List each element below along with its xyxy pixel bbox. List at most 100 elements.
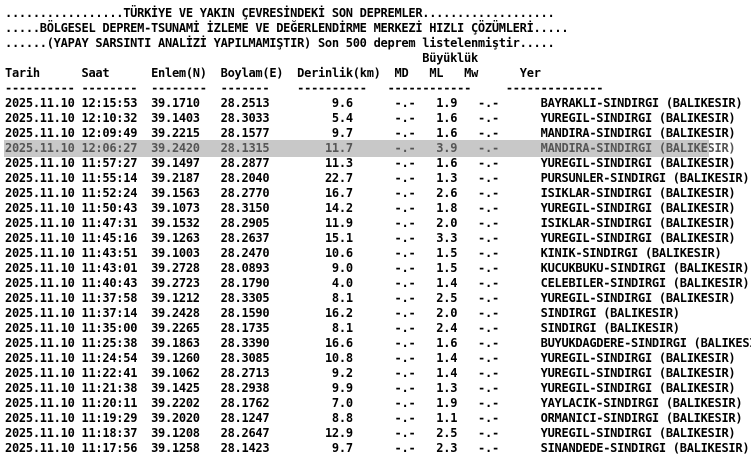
cell-latitude: 39.1212 — [151, 291, 200, 305]
cell-time: 11:20:11 — [81, 396, 138, 410]
cell-ml: 1.9 — [436, 96, 458, 110]
earthquake-row[interactable]: 2025.11.10 11:19:29 39.2020 28.1247 8.8 … — [5, 411, 751, 426]
cell-mw: -.- — [478, 276, 499, 290]
cell-latitude: 39.2723 — [151, 276, 200, 290]
earthquake-row[interactable]: 2025.11.10 12:15:53 39.1710 28.2513 9.6 … — [5, 96, 751, 111]
cell-date: 2025.11.10 — [5, 261, 75, 275]
cell-date: 2025.11.10 — [5, 276, 75, 290]
cell-latitude: 39.2020 — [151, 411, 200, 425]
cell-depth: 9.6 — [269, 96, 353, 110]
earthquake-row[interactable]: 2025.11.10 11:18:37 39.1208 28.2647 12.9… — [5, 426, 751, 441]
earthquake-row[interactable]: 2025.11.10 11:21:38 39.1425 28.2938 9.9 … — [5, 381, 751, 396]
cell-md: -.- — [394, 321, 416, 335]
cell-date: 2025.11.10 — [5, 366, 75, 380]
earthquake-row[interactable]: 2025.11.10 11:37:14 39.2428 28.1590 16.2… — [5, 306, 751, 321]
cell-md: -.- — [394, 336, 416, 350]
column-header-time: Saat — [81, 66, 110, 80]
separator-latitude: -------- — [151, 81, 207, 95]
cell-depth: 9.7 — [269, 126, 353, 140]
earthquake-row[interactable]: 2025.11.10 11:25:38 39.1863 28.3390 16.6… — [5, 336, 751, 351]
column-header-md: MD — [394, 66, 409, 80]
cell-time: 11:40:43 — [81, 276, 138, 290]
cell-time: 11:47:31 — [81, 216, 138, 230]
cell-location: ORMANICI-SINDIRGI (BALIKESIR) — [540, 411, 743, 425]
cell-longitude: 28.3085 — [220, 351, 270, 365]
cell-mw: -.- — [478, 366, 499, 380]
earthquake-row[interactable]: 2025.11.10 11:20:11 39.2202 28.1762 7.0 … — [5, 396, 751, 411]
cell-mw: -.- — [478, 411, 499, 425]
cell-ml: 2.5 — [436, 291, 458, 305]
earthquake-row[interactable]: 2025.11.10 11:43:01 39.2728 28.0893 9.0 … — [5, 261, 751, 276]
cell-mw: -.- — [478, 291, 499, 305]
cell-date: 2025.11.10 — [5, 381, 75, 395]
cell-longitude: 28.2040 — [220, 171, 270, 185]
earthquake-row[interactable]: 2025.11.10 11:37:58 39.1212 28.3305 8.1 … — [5, 291, 751, 306]
earthquake-row[interactable]: 2025.11.10 11:52:24 39.1563 28.2770 16.7… — [5, 186, 751, 201]
cell-longitude: 28.3305 — [220, 291, 270, 305]
cell-longitude: 28.2513 — [220, 96, 270, 110]
column-header-row: Tarih Saat Enlem(N) Boylam(E) Derinlik(k… — [5, 66, 751, 81]
cell-depth: 11.9 — [269, 216, 353, 230]
cell-longitude: 28.1247 — [220, 411, 270, 425]
cell-mw: -.- — [478, 441, 499, 455]
separator-magnitude: ------------ — [387, 81, 472, 95]
column-separator-row: ---------- -------- -------- ------- ---… — [5, 81, 751, 96]
cell-depth: 8.1 — [269, 321, 353, 335]
separator-date: ---------- — [5, 81, 75, 95]
earthquake-row[interactable]: 2025.11.10 11:57:27 39.1497 28.2877 11.3… — [5, 156, 751, 171]
earthquake-row[interactable]: 2025.11.10 11:50:43 39.1073 28.3150 14.2… — [5, 201, 751, 216]
cell-location: YUREGIL-SINDIRGI (BALIKESIR) — [540, 381, 736, 395]
cell-md: -.- — [394, 276, 416, 290]
earthquake-row[interactable]: 2025.11.10 11:24:54 39.1260 28.3085 10.8… — [5, 351, 751, 366]
cell-latitude: 39.1563 — [151, 186, 200, 200]
earthquake-row[interactable]: 2025.11.10 12:06:27 39.2420 28.1315 11.7… — [4, 140, 736, 157]
earthquake-row[interactable]: 2025.11.10 11:43:51 39.1003 28.2470 10.6… — [5, 246, 751, 261]
cell-location: BUYUKDAGDERE-SINDIRGI (BALIKESIR) — [540, 336, 751, 350]
magnitude-group-header: Büyüklük — [5, 51, 751, 66]
cell-md: -.- — [394, 381, 416, 395]
cell-latitude: 39.2728 — [151, 261, 200, 275]
cell-ml: 1.8 — [436, 201, 458, 215]
column-header-mw: Mw — [464, 66, 479, 80]
cell-date: 2025.11.10 — [5, 186, 75, 200]
cell-latitude: 39.2265 — [151, 321, 200, 335]
cell-latitude: 39.1003 — [151, 246, 200, 260]
cell-ml: 2.0 — [436, 216, 458, 230]
cell-longitude: 28.0893 — [220, 261, 270, 275]
cell-time: 11:37:58 — [81, 291, 138, 305]
earthquake-row[interactable]: 2025.11.10 11:45:16 39.1263 28.2637 15.1… — [5, 231, 751, 246]
earthquake-row[interactable]: 2025.11.10 12:10:32 39.1403 28.3033 5.4 … — [5, 111, 751, 126]
cell-depth: 14.2 — [269, 201, 353, 215]
earthquake-row[interactable]: 2025.11.10 11:47:31 39.1532 28.2905 11.9… — [5, 216, 751, 231]
earthquake-row[interactable]: 2025.11.10 11:55:14 39.2187 28.2040 22.7… — [5, 171, 751, 186]
earthquake-row[interactable]: 2025.11.10 11:40:43 39.2723 28.1790 4.0 … — [5, 276, 751, 291]
cell-longitude: 28.3390 — [220, 336, 270, 350]
cell-longitude: 28.2905 — [220, 216, 270, 230]
cell-longitude: 28.2713 — [220, 366, 270, 380]
earthquake-row[interactable]: 2025.11.10 11:22:41 39.1062 28.2713 9.2 … — [5, 366, 751, 381]
cell-location: MANDIRA-SINDIRGI (BALIKESIR) — [540, 126, 736, 140]
column-header-depth: Derinlik(km) — [297, 66, 381, 80]
separator-depth: ---------- — [297, 81, 367, 95]
cell-ml: 1.6 — [436, 336, 458, 350]
cell-mw: -.- — [478, 246, 499, 260]
cell-time: 11:18:37 — [81, 426, 138, 440]
cell-mw: -.- — [478, 381, 499, 395]
cell-md: -.- — [394, 201, 416, 215]
cell-time: 12:06:27 — [81, 141, 138, 155]
cell-depth: 8.8 — [269, 411, 353, 425]
cell-time: 11:43:51 — [81, 246, 138, 260]
cell-time: 11:22:41 — [81, 366, 138, 380]
cell-location: PURSUNLER-SINDIRGI (BALIKESIR) — [540, 171, 750, 185]
cell-location: SINDIRGI (BALIKESIR) — [540, 321, 680, 335]
separator-time: -------- — [81, 81, 138, 95]
earthquake-row[interactable]: 2025.11.10 11:35:00 39.2265 28.1735 8.1 … — [5, 321, 751, 336]
cell-longitude: 28.1315 — [220, 141, 270, 155]
cell-depth: 5.4 — [269, 111, 353, 125]
cell-md: -.- — [394, 126, 416, 140]
earthquake-row[interactable]: 2025.11.10 12:09:49 39.2215 28.1577 9.7 … — [5, 126, 751, 141]
cell-mw: -.- — [478, 201, 499, 215]
cell-mw: -.- — [478, 156, 499, 170]
cell-location: YUREGIL-SINDIRGI (BALIKESIR) — [540, 291, 736, 305]
cell-mw: -.- — [478, 336, 499, 350]
